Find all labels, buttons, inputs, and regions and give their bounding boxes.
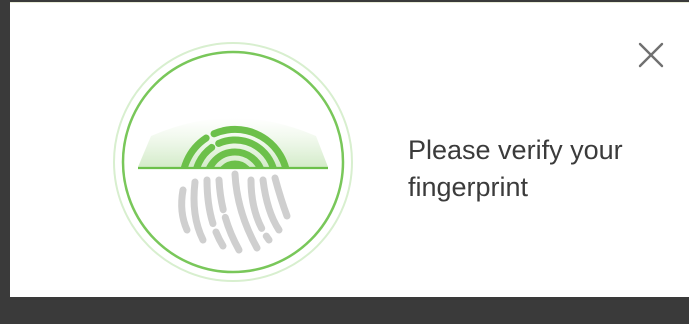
fingerprint-dialog: Please verify your fingerprint	[10, 2, 689, 297]
close-button[interactable]	[636, 40, 666, 70]
fingerprint-progress-graphic	[113, 42, 353, 282]
verify-message: Please verify your fingerprint	[408, 135, 623, 202]
fingerprint-sensor	[111, 40, 355, 284]
close-icon	[638, 42, 664, 68]
